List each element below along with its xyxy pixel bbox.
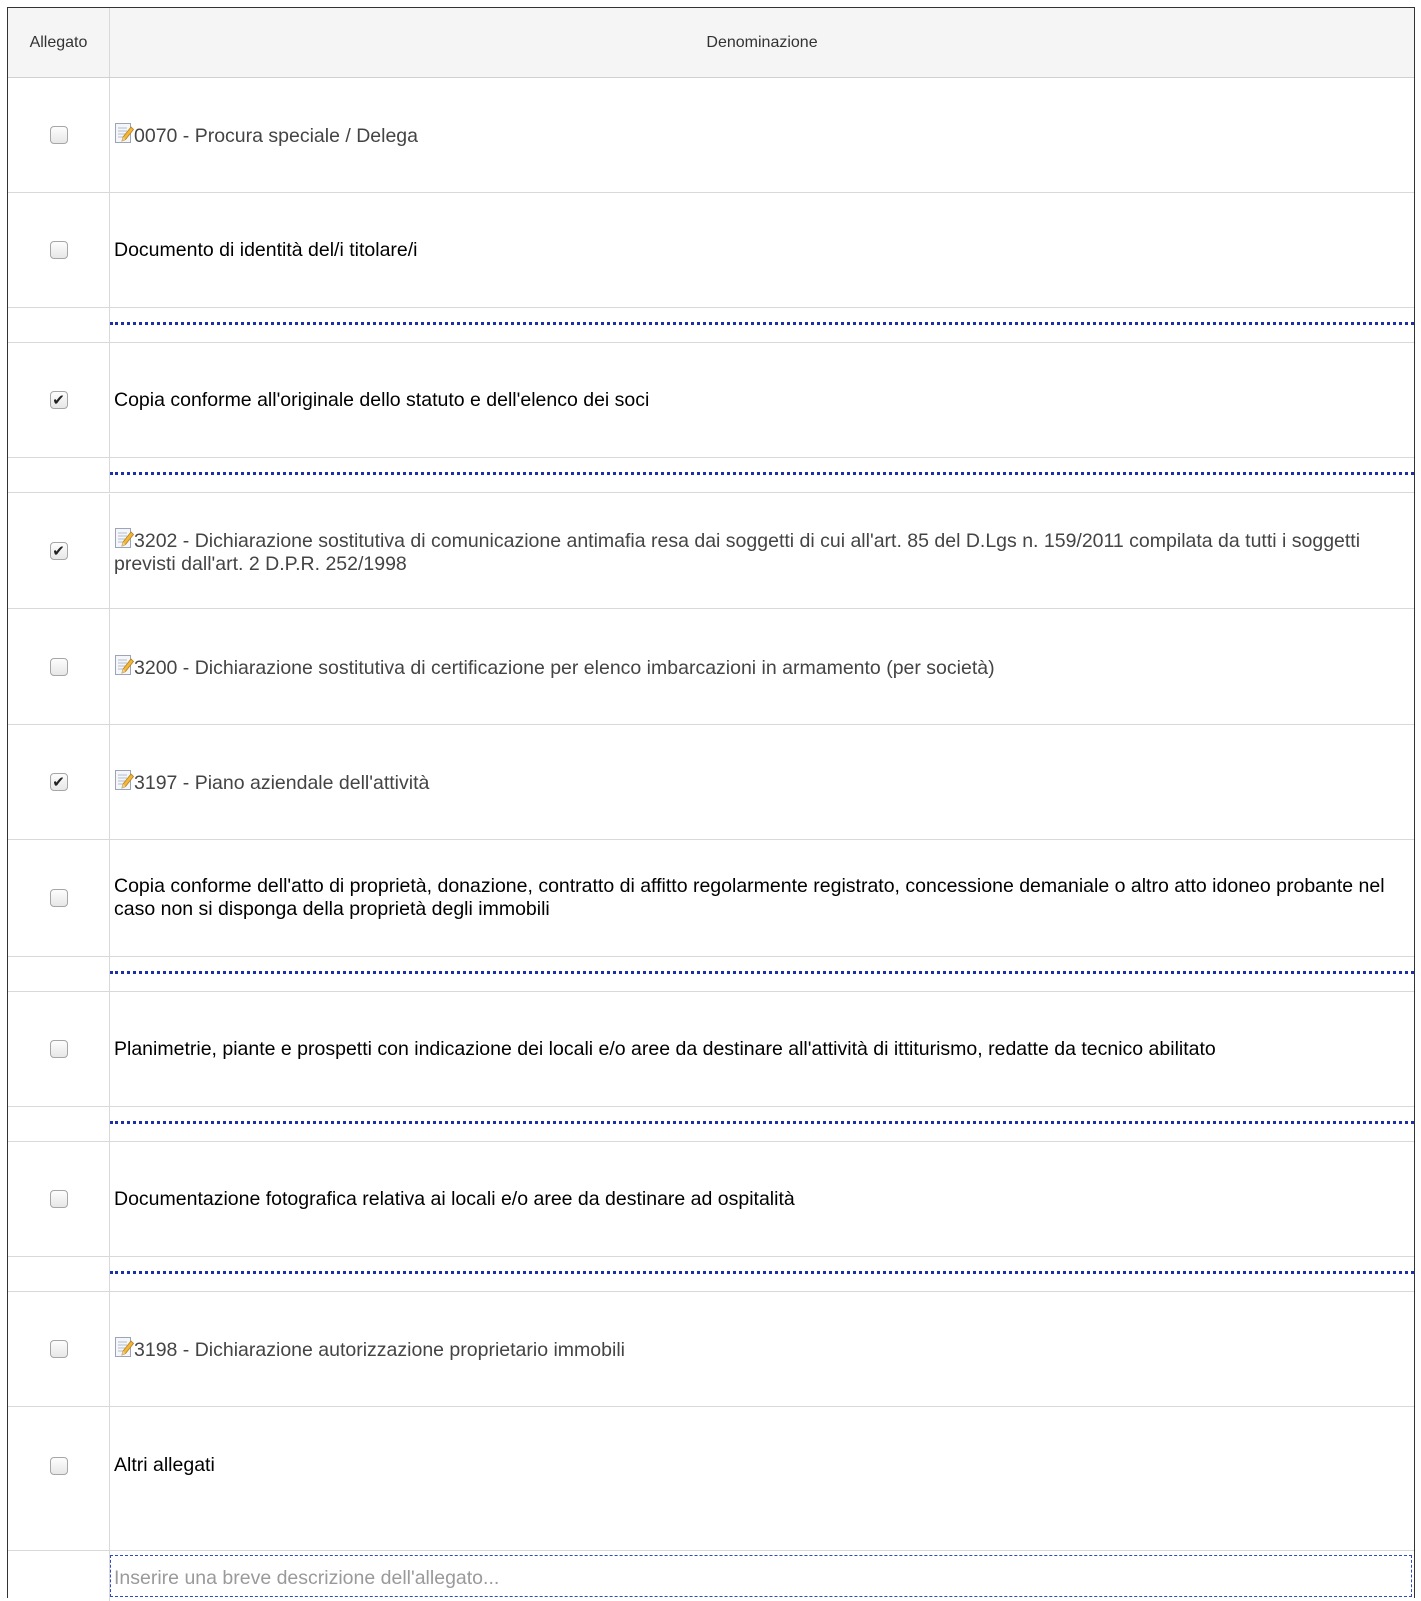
edit-document-icon[interactable] xyxy=(114,527,135,549)
separator-cell xyxy=(110,1257,1414,1291)
separator-left-cell xyxy=(8,1257,110,1291)
attachment-checkbox[interactable]: ✔ xyxy=(49,773,68,791)
allegato-cell: ✔ xyxy=(8,494,110,608)
separator-row xyxy=(8,957,1414,992)
allegato-cell xyxy=(8,1292,110,1406)
table-row: Planimetrie, piante e prospetti con indi… xyxy=(8,992,1414,1107)
separator-cell xyxy=(110,957,1414,991)
denominazione-cell: Documentazione fotografica relativa ai l… xyxy=(110,1142,1414,1256)
attachment-checkbox[interactable] xyxy=(49,889,68,907)
attachment-checkbox[interactable]: ✔ xyxy=(49,542,68,560)
denominazione-cell: 3202 - Dichiarazione sostitutiva di comu… xyxy=(110,494,1414,608)
separator-row xyxy=(8,308,1414,343)
attachment-checkbox[interactable] xyxy=(49,1040,68,1058)
edit-document-icon[interactable] xyxy=(114,654,135,676)
separator-cell xyxy=(110,458,1414,492)
attachment-label: Altri allegati xyxy=(114,1454,215,1477)
attachment-label[interactable]: 3198 - Dichiarazione autorizzazione prop… xyxy=(114,1336,625,1362)
attachment-label-text: Altri allegati xyxy=(114,1454,215,1476)
dotted-separator xyxy=(110,971,1414,974)
table-row: 3200 - Dichiarazione sostitutiva di cert… xyxy=(8,609,1414,725)
dotted-separator xyxy=(110,1271,1414,1274)
denominazione-cell: 3198 - Dichiarazione autorizzazione prop… xyxy=(110,1292,1414,1406)
table-row: 0070 - Procura speciale / Delega xyxy=(8,78,1414,193)
header-denominazione: Denominazione xyxy=(706,33,818,51)
dotted-separator xyxy=(110,472,1414,475)
separator-cell xyxy=(110,308,1414,342)
allegato-cell xyxy=(8,609,110,724)
table-row: 3198 - Dichiarazione autorizzazione prop… xyxy=(8,1292,1414,1407)
attachment-label: Planimetrie, piante e prospetti con indi… xyxy=(114,1038,1216,1061)
attachment-label[interactable]: 3197 - Piano aziendale dell'attività xyxy=(114,769,429,795)
dotted-separator xyxy=(110,322,1414,325)
allegato-cell xyxy=(8,840,110,956)
separator-row xyxy=(8,1107,1414,1142)
attachment-label: Copia conforme dell'atto di proprietà, d… xyxy=(114,875,1406,921)
table-header: Allegato Denominazione xyxy=(8,8,1414,78)
description-left-cell xyxy=(8,1551,110,1601)
allegato-cell xyxy=(8,193,110,307)
attachment-description-input[interactable] xyxy=(110,1555,1412,1597)
allegato-cell xyxy=(8,992,110,1106)
description-row xyxy=(8,1551,1414,1601)
table-row: Documento di identità del/i titolare/i xyxy=(8,193,1414,308)
denominazione-cell: 3197 - Piano aziendale dell'attività xyxy=(110,725,1414,839)
separator-left-cell xyxy=(8,458,110,492)
allegato-cell: ✔ xyxy=(8,725,110,839)
attachment-label-text: 3198 - Dichiarazione autorizzazione prop… xyxy=(134,1339,625,1361)
separator-left-cell xyxy=(8,957,110,991)
dotted-separator xyxy=(110,1121,1414,1124)
attachment-checkbox[interactable] xyxy=(49,657,68,676)
edit-document-icon[interactable] xyxy=(114,122,135,144)
attachment-checkbox[interactable] xyxy=(49,1190,68,1208)
denominazione-cell: Copia conforme all'originale dello statu… xyxy=(110,343,1414,457)
denominazione-cell: Documento di identità del/i titolare/i xyxy=(110,193,1414,307)
header-allegato: Allegato xyxy=(8,8,110,77)
attachment-label-text: 3200 - Dichiarazione sostitutiva di cert… xyxy=(134,656,995,679)
attachment-label-text: 3197 - Piano aziendale dell'attività xyxy=(134,772,430,794)
attachment-checkbox[interactable] xyxy=(49,126,68,144)
table-row: Altri allegati xyxy=(8,1407,1414,1551)
table-row: ✔ 3202 - Dichiarazione sostitutiva di com… xyxy=(8,494,1414,609)
separator-row xyxy=(8,1257,1414,1292)
allegato-cell xyxy=(8,78,110,192)
attachment-label: Documento di identità del/i titolare/i xyxy=(114,239,418,262)
attachment-label-text: 0070 - Procura speciale / Delega xyxy=(134,125,418,147)
denominazione-cell: Planimetrie, piante e prospetti con indi… xyxy=(110,992,1414,1106)
allegato-cell xyxy=(8,1407,110,1550)
edit-document-icon[interactable] xyxy=(114,769,135,791)
allegato-cell: ✔ xyxy=(8,343,110,457)
separator-row xyxy=(8,458,1414,493)
separator-left-cell xyxy=(8,308,110,342)
denominazione-cell: Copia conforme dell'atto di proprietà, d… xyxy=(110,840,1414,956)
edit-document-icon[interactable] xyxy=(114,1336,135,1358)
table-row: ✔ 3197 - Piano aziendale dell'attività xyxy=(8,725,1414,840)
attachment-label[interactable]: 3202 - Dichiarazione sostitutiva di comu… xyxy=(114,527,1406,576)
table-row: Documentazione fotografica relativa ai l… xyxy=(8,1142,1414,1257)
attachment-label: Documentazione fotografica relativa ai l… xyxy=(114,1188,795,1211)
attachment-checkbox[interactable] xyxy=(49,1457,68,1475)
allegato-cell xyxy=(8,1142,110,1256)
attachment-label-text: Copia conforme dell'atto di proprietà, d… xyxy=(114,875,1385,920)
table-row: ✔ Copia conforme all'originale dello stat… xyxy=(8,343,1414,458)
attachment-label[interactable]: 3200 - Dichiarazione sostitutiva di cert… xyxy=(114,654,995,680)
attachment-checkbox[interactable] xyxy=(49,1340,68,1358)
table-row: Copia conforme dell'atto di proprietà, d… xyxy=(8,840,1414,957)
attachment-checkbox[interactable]: ✔ xyxy=(49,391,68,409)
attachments-table: Allegato Denominazione 0070 - Procura sp… xyxy=(7,7,1415,1601)
attachment-checkbox[interactable] xyxy=(49,241,68,259)
denominazione-cell: 3200 - Dichiarazione sostitutiva di cert… xyxy=(110,609,1414,724)
separator-cell xyxy=(110,1107,1414,1141)
attachment-label-text: Documento di identità del/i titolare/i xyxy=(114,238,418,261)
attachment-label-text: 3202 - Dichiarazione sostitutiva di comu… xyxy=(114,529,1361,575)
attachment-label-text: Copia conforme all'originale dello statu… xyxy=(114,388,650,411)
separator-left-cell xyxy=(8,1107,110,1141)
denominazione-cell: 0070 - Procura speciale / Delega xyxy=(110,78,1414,192)
attachment-label-text: Documentazione fotografica relativa ai l… xyxy=(114,1187,795,1210)
attachment-label: Copia conforme all'originale dello statu… xyxy=(114,389,649,412)
attachment-label-text: Planimetrie, piante e prospetti con indi… xyxy=(114,1037,1216,1060)
denominazione-cell: Altri allegati xyxy=(110,1407,1414,1550)
attachment-label[interactable]: 0070 - Procura speciale / Delega xyxy=(114,122,418,148)
